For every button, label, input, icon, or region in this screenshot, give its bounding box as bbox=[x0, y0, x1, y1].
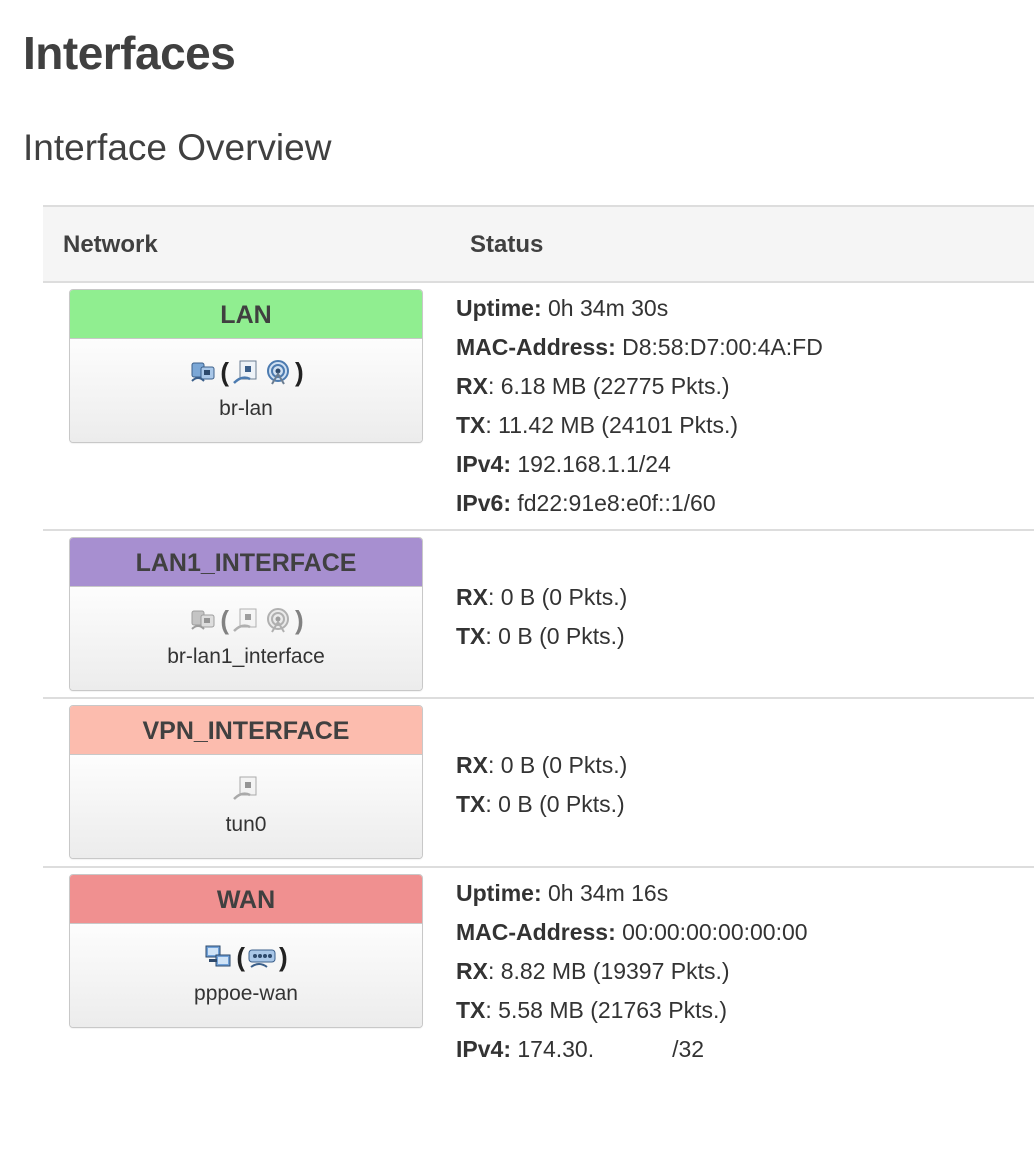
tx-value: : 11.42 MB (24101 Pkts.) bbox=[485, 412, 739, 438]
tx-label: TX bbox=[456, 791, 486, 817]
interface-status: Uptime: 0h 34m 30s MAC-Address: D8:58:D7… bbox=[456, 289, 823, 523]
interface-status: RX: 0 B (0 Pkts.) TX: 0 B (0 Pkts.) bbox=[456, 746, 627, 824]
tx-value: : 0 B (0 Pkts.) bbox=[485, 791, 625, 817]
pppoe-icon bbox=[204, 943, 234, 971]
rx-value: : 8.82 MB (19397 Pkts.) bbox=[487, 958, 730, 984]
rx-label: RX bbox=[456, 752, 488, 778]
tx-value: : 5.58 MB (21763 Pkts.) bbox=[485, 997, 728, 1023]
ipv4-value-suffix: /32 bbox=[672, 1036, 705, 1062]
interface-icons: ( ) bbox=[70, 355, 422, 389]
redaction-mask bbox=[594, 1039, 673, 1062]
ipv6-value: fd22:91e8:e0f::1/60 bbox=[517, 490, 716, 516]
mac-label: MAC-Address: bbox=[456, 919, 616, 945]
interface-icons: ( ) bbox=[70, 603, 422, 637]
table-row: LAN ( ) br-lan Uptime: 0h 34m 30s MAC-Ad… bbox=[43, 283, 1034, 531]
interface-name: WAN bbox=[70, 875, 422, 924]
ethernet-icon bbox=[188, 358, 218, 386]
tx-label: TX bbox=[456, 623, 486, 649]
bridge-port-icon bbox=[231, 606, 261, 634]
uptime-label: Uptime: bbox=[456, 295, 542, 321]
interface-name: LAN bbox=[70, 290, 422, 339]
tx-label: TX bbox=[456, 412, 486, 438]
rx-value: : 0 B (0 Pkts.) bbox=[487, 584, 628, 610]
interface-icons bbox=[70, 771, 422, 805]
table-row: LAN1_INTERFACE ( ) br-lan1_interface RX:… bbox=[43, 531, 1034, 699]
interface-name: VPN_INTERFACE bbox=[70, 706, 422, 755]
interface-icons: ( ) bbox=[70, 940, 422, 974]
device-name: br-lan bbox=[219, 397, 273, 420]
device-name: br-lan1_interface bbox=[167, 645, 325, 668]
bridge-port-icon bbox=[231, 358, 261, 386]
rx-value: : 0 B (0 Pkts.) bbox=[487, 752, 628, 778]
section-title: Interface Overview bbox=[23, 127, 332, 168]
interface-status: Uptime: 0h 34m 16s MAC-Address: 00:00:00… bbox=[456, 874, 808, 1069]
table-row: WAN ( ) pppoe-wan Uptime: 0h 34m 16s MAC… bbox=[43, 868, 1034, 1168]
interface-status: RX: 0 B (0 Pkts.) TX: 0 B (0 Pkts.) bbox=[456, 578, 627, 656]
device-name: tun0 bbox=[225, 813, 267, 836]
mac-value: 00:00:00:00:00:00 bbox=[622, 919, 808, 945]
column-header-status: Status bbox=[470, 231, 544, 258]
ipv4-value: 192.168.1.1/24 bbox=[517, 451, 671, 477]
column-header-network: Network bbox=[63, 231, 158, 258]
ipv6-label: IPv6: bbox=[456, 490, 511, 516]
ipv4-value-prefix: 174.30. bbox=[517, 1036, 595, 1062]
mac-value: D8:58:D7:00:4A:FD bbox=[622, 334, 823, 360]
interface-card-wan[interactable]: WAN ( ) pppoe-wan bbox=[69, 874, 423, 1028]
wireless-icon bbox=[263, 606, 293, 634]
tx-value: : 0 B (0 Pkts.) bbox=[485, 623, 625, 649]
interface-name: LAN1_INTERFACE bbox=[70, 538, 422, 587]
ethernet-switch-icon bbox=[247, 943, 277, 971]
rx-label: RX bbox=[456, 584, 488, 610]
wireless-icon bbox=[263, 358, 293, 386]
table-header: Network Status bbox=[43, 205, 1034, 283]
interface-table: Network Status LAN ( ) br-lan Uptime: 0h… bbox=[43, 205, 1034, 1168]
table-row: VPN_INTERFACE tun0 RX: 0 B (0 Pkts.) TX:… bbox=[43, 699, 1034, 868]
device-name: pppoe-wan bbox=[194, 982, 298, 1005]
uptime-label: Uptime: bbox=[456, 880, 542, 906]
page-title: Interfaces bbox=[23, 27, 236, 79]
rx-value: : 6.18 MB (22775 Pkts.) bbox=[487, 373, 730, 399]
mac-label: MAC-Address: bbox=[456, 334, 616, 360]
ipv4-label: IPv4: bbox=[456, 451, 511, 477]
rx-label: RX bbox=[456, 373, 488, 399]
interface-card-lan[interactable]: LAN ( ) br-lan bbox=[69, 289, 423, 443]
tx-label: TX bbox=[456, 997, 486, 1023]
ethernet-icon bbox=[188, 606, 218, 634]
interface-card-lan1[interactable]: LAN1_INTERFACE ( ) br-lan1_interface bbox=[69, 537, 423, 691]
uptime-value: 0h 34m 16s bbox=[548, 880, 669, 906]
rx-label: RX bbox=[456, 958, 488, 984]
interface-card-vpn[interactable]: VPN_INTERFACE tun0 bbox=[69, 705, 423, 859]
ipv4-label: IPv4: bbox=[456, 1036, 511, 1062]
uptime-value: 0h 34m 30s bbox=[548, 295, 669, 321]
tunnel-icon bbox=[231, 774, 261, 802]
